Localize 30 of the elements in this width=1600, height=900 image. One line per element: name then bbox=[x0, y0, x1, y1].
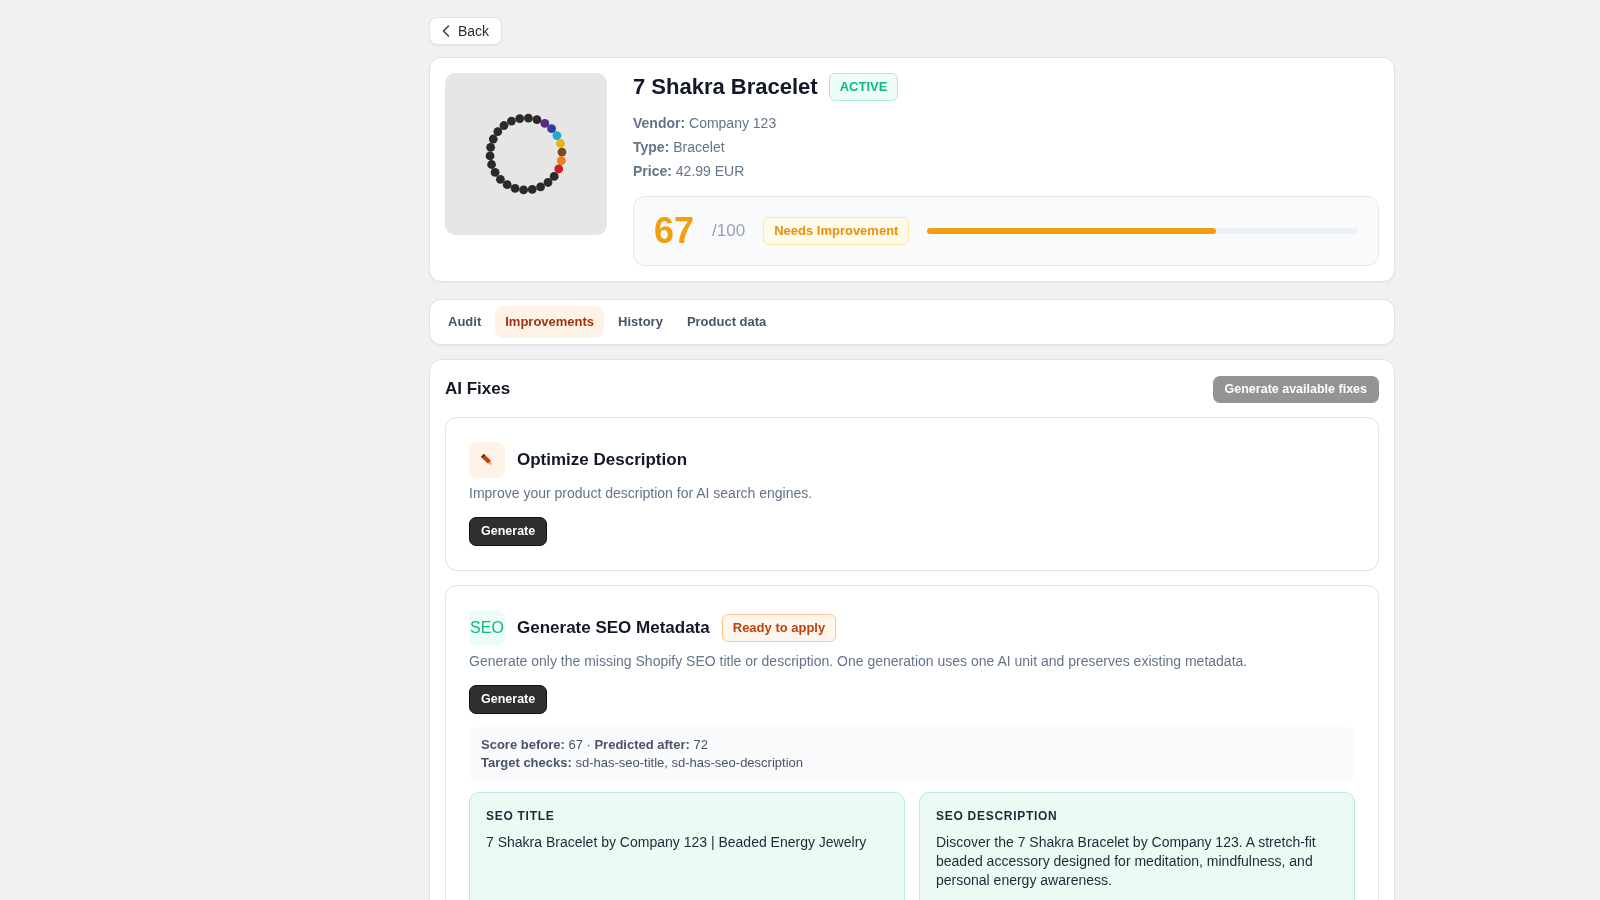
fix-description: Improve your product description for AI search engines. bbox=[469, 484, 814, 503]
product-detail-text: Type: Bracelet bbox=[633, 138, 726, 157]
product-detail-text: Vendor: Company 123 bbox=[633, 114, 778, 133]
product-title: 7 Shakra Bracelet bbox=[633, 73, 818, 101]
tab[interactable]: Product data bbox=[676, 306, 777, 338]
status-badge: Ready to apply bbox=[721, 614, 837, 642]
score-rating-badge: Needs Improvement bbox=[763, 217, 910, 245]
tab[interactable]: Audit bbox=[438, 306, 492, 338]
output-text: Discover the 7 Shakra Bracelet by Company 123. A stretch-fit beaded accessory designed for meditation, mindfulness, and personal energy awareness. bbox=[936, 833, 1317, 890]
tab[interactable]: History bbox=[608, 306, 673, 338]
generate-button[interactable]: Generate bbox=[469, 517, 548, 546]
tab[interactable]: Improvements bbox=[495, 306, 605, 338]
score-value: 67 bbox=[654, 213, 695, 249]
chevron-left-icon bbox=[442, 25, 450, 37]
fix-description: Generate only the missing Shopify SEO title or description. One generation uses one AI unit and preserves existing metadata. bbox=[469, 652, 1249, 671]
output-label: SEO DESCRIPTION bbox=[936, 808, 1059, 825]
fix-title: Optimize Description bbox=[517, 449, 688, 471]
output-text: 7 Shakra Bracelet by Company 123 | Beaded Energy Jewelry bbox=[486, 833, 868, 852]
status-badge: ACTIVE bbox=[828, 73, 899, 101]
output-label: SEO TITLE bbox=[486, 808, 556, 825]
summary-text: Score before: 67 · Predicted after: 72 bbox=[481, 736, 709, 754]
pencil-icon bbox=[469, 442, 505, 478]
product-detail-text: Price: 42.99 EUR bbox=[633, 162, 746, 181]
score-max-text: /100 bbox=[712, 220, 746, 243]
back-button[interactable]: Back bbox=[429, 17, 503, 45]
seo-tile: SEO bbox=[469, 610, 505, 646]
section-title: AI Fixes bbox=[445, 379, 511, 400]
generate-button[interactable]: Generate bbox=[469, 685, 548, 714]
fix-title: Generate SEO Metadata bbox=[517, 617, 710, 639]
summary-text: Target checks: sd-has-seo-title, sd-has-seo-description bbox=[481, 754, 804, 772]
